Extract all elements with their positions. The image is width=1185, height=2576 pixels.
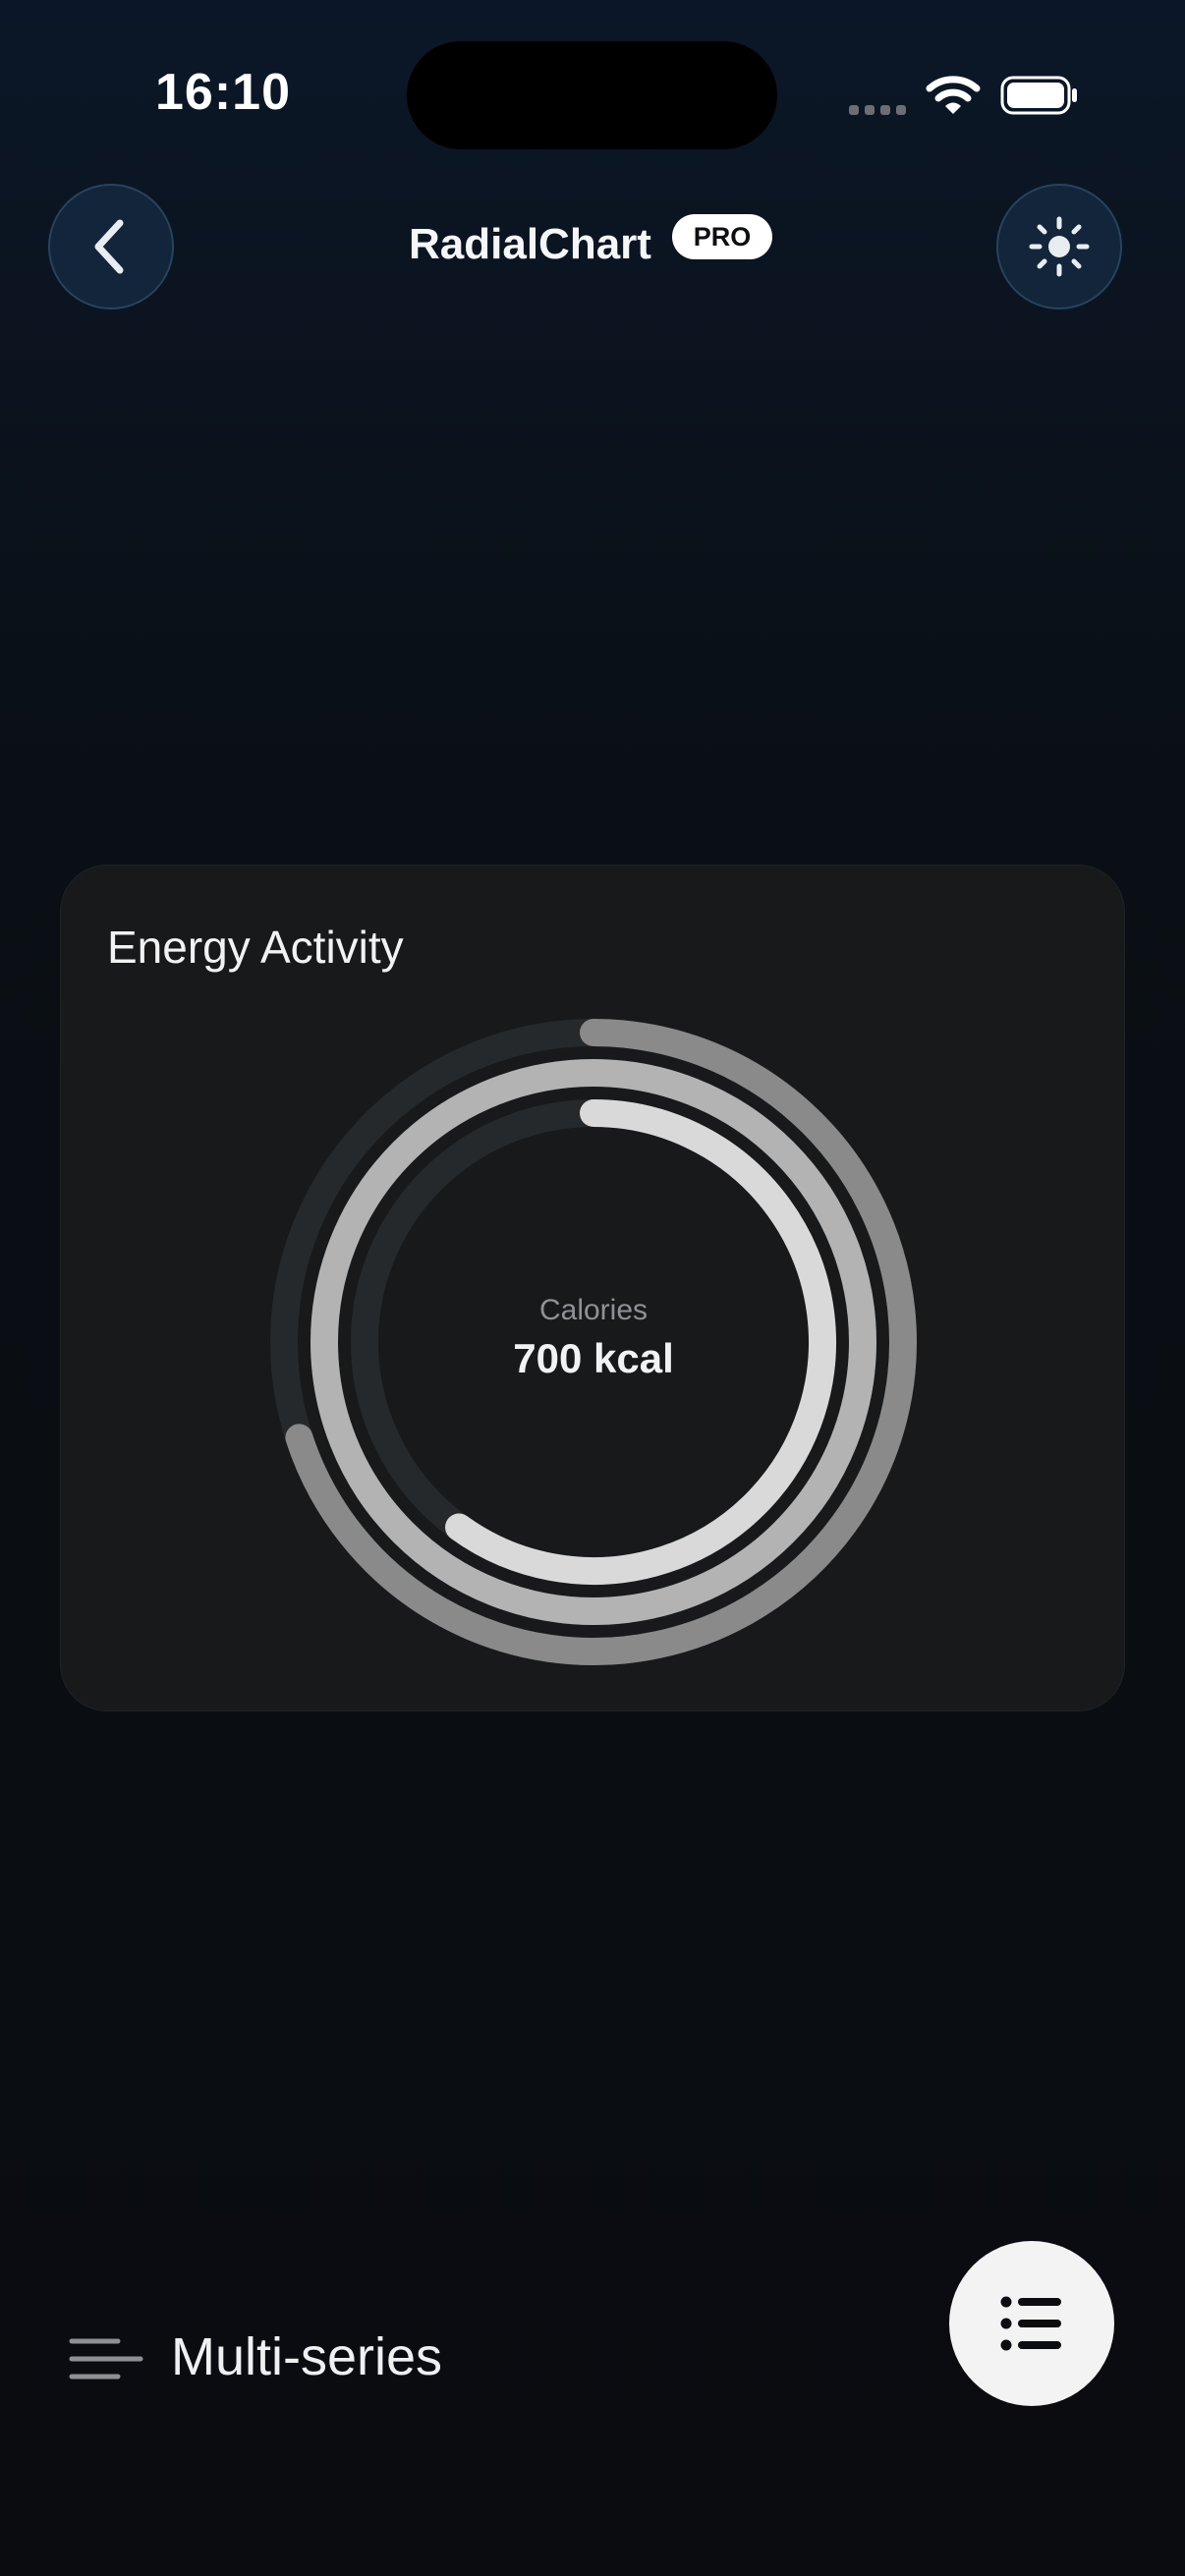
series-label: Multi-series [171, 2327, 443, 2386]
lines-icon [69, 2338, 143, 2380]
radial-chart [270, 1019, 917, 1665]
status-time: 16:10 [155, 64, 291, 121]
chart-center-value: 700 kcal [513, 1335, 674, 1381]
page-title: RadialChart [409, 220, 651, 268]
dynamic-island [407, 41, 777, 149]
list-icon [1000, 2296, 1061, 2351]
series-selector[interactable]: Multi-series [69, 2319, 491, 2397]
sun-icon [1029, 216, 1090, 277]
energy-activity-card: Energy Activity Calories 700 kcal [60, 865, 1125, 1711]
list-fab-button[interactable] [949, 2241, 1114, 2406]
battery-icon [1000, 76, 1077, 115]
theme-toggle-button[interactable] [996, 184, 1122, 309]
chart-center-label: Calories [538, 1294, 649, 1326]
cellular-signal-icon [849, 105, 906, 115]
wifi-icon [926, 76, 981, 114]
pro-badge: PRO [672, 214, 772, 259]
